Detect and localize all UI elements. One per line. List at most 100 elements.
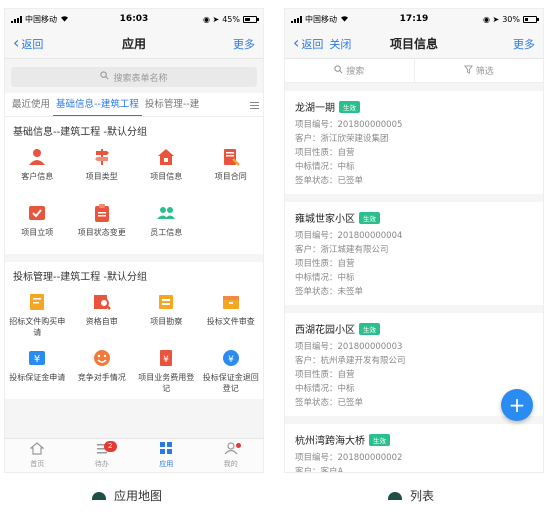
- category-tabs: 最近使用 基础信息--建筑工程 投标管理--建: [5, 93, 263, 117]
- tab-label: 我的: [223, 460, 238, 468]
- refund-icon: ¥: [220, 347, 242, 369]
- app-project-contract[interactable]: 项目合同: [199, 142, 264, 198]
- filter-button[interactable]: 筛选: [413, 59, 544, 82]
- section-title: 投标管理--建筑工程 -默认分组: [13, 272, 148, 283]
- field-row: 项目编号：201800000002: [295, 453, 403, 463]
- tab-basic-info[interactable]: 基础信息--建筑工程: [53, 93, 142, 116]
- search-input[interactable]: 搜索表单名称: [11, 67, 257, 87]
- list-item[interactable]: 雍城世家小区 生效 项目编号：201800000004 客户：浙江城建有限公司 项…: [285, 202, 543, 305]
- page-title: 应用: [121, 37, 146, 51]
- app-label: 员工信息: [150, 228, 183, 237]
- app-competitor-info[interactable]: 竞争对手情况: [70, 343, 135, 399]
- app-project-info[interactable]: 项目信息: [134, 142, 199, 198]
- smile-icon: [91, 347, 113, 369]
- app-business-expense[interactable]: ¥ 项目业务费用登记: [134, 343, 199, 399]
- close-button[interactable]: 关闭: [329, 36, 351, 52]
- tab-todo[interactable]: 2 待办: [70, 439, 135, 472]
- app-project-type[interactable]: 项目类型: [70, 142, 135, 198]
- list-item[interactable]: 杭州湾跨海大桥 生效 项目编号：201800000002 客户：客户A: [285, 424, 543, 473]
- app-label: 竞争对手情况: [77, 373, 126, 382]
- tab-bid-management[interactable]: 投标管理--建: [142, 93, 202, 116]
- status-bar: 中国移动 17:19 ◉ ➤ 30%: [285, 9, 543, 29]
- tab-label: 待办: [94, 460, 109, 468]
- app-tender-purchase[interactable]: 招标文件购买申请: [5, 287, 70, 343]
- app-label: 客户信息: [21, 172, 54, 181]
- back-button[interactable]: ‹ 返回: [13, 32, 44, 52]
- app-label: 投标保证金退回登记: [202, 373, 259, 393]
- svg-text:¥: ¥: [34, 354, 40, 365]
- battery-percent: 30%: [502, 14, 520, 24]
- field-row: 签单状态：已签单: [295, 398, 364, 408]
- filter-label: 筛选: [475, 67, 494, 77]
- tab-mine[interactable]: 我的: [199, 439, 264, 472]
- nav-bar: ‹ 返回 关闭 项目信息 更多: [285, 29, 543, 59]
- search-filter-bar: 搜索 筛选: [285, 59, 543, 83]
- back-label: 返回: [21, 37, 44, 51]
- hamburger-menu-icon[interactable]: [245, 93, 263, 116]
- funnel-icon: [463, 64, 473, 77]
- person-icon: [26, 146, 48, 168]
- app-project-approval[interactable]: 项目立项: [5, 198, 70, 254]
- app-project-status-change[interactable]: 项目状态变更: [70, 198, 135, 254]
- field-row: 项目性质：自营: [295, 259, 355, 269]
- app-label: 投标保证金申请: [9, 373, 66, 382]
- tab-home[interactable]: 首页: [5, 439, 70, 472]
- app-employee-info[interactable]: 员工信息: [134, 198, 199, 254]
- app-bid-document-review[interactable]: 投标文件审查: [199, 287, 264, 343]
- app-label: 项目信息: [150, 172, 183, 181]
- field-row: 中标情况：中标: [295, 384, 355, 394]
- project-name: 龙湖一期: [295, 103, 335, 114]
- caption-bullet-icon: [388, 491, 402, 500]
- add-button[interactable]: +: [501, 389, 533, 421]
- todo-badge: 2: [103, 441, 117, 452]
- tab-label: 应用: [159, 460, 174, 468]
- svg-text:¥: ¥: [163, 355, 169, 365]
- field-row: 中标情况：中标: [295, 162, 355, 172]
- status-badge: 生效: [359, 322, 380, 335]
- chevron-left-icon: ‹: [13, 32, 20, 52]
- app-project-survey[interactable]: 项目勘察: [134, 287, 199, 343]
- section-bid-management: 投标管理--建筑工程 -默认分组 招标文件购买申请 资格自审 项目勘察 投标文件…: [5, 262, 263, 399]
- divider: [5, 254, 263, 262]
- app-label: 项目勘察: [150, 317, 183, 326]
- survey-icon: [155, 291, 177, 313]
- field-row: 客户：浙江欣荣建设集团: [295, 134, 389, 144]
- list-item[interactable]: 龙湖一期 生效 项目编号：201800000005 客户：浙江欣荣建设集团 项目性…: [285, 91, 543, 194]
- app-label: 资格自审: [85, 317, 118, 326]
- back-button[interactable]: ‹ 返回: [293, 34, 323, 52]
- section-basic-info: 基础信息--建筑工程 -默认分组 客户信息 项目类型 项目信息 项目合同 项目立…: [5, 117, 263, 254]
- caption-list: 列表: [388, 487, 434, 504]
- field-row: 项目性质：自营: [295, 148, 355, 158]
- magnifier-icon: [91, 291, 113, 313]
- project-list-screen: 中国移动 17:19 ◉ ➤ 30% ‹ 返回 关闭 项目信息 更多 搜索 筛选…: [284, 8, 544, 473]
- tab-apps[interactable]: 应用: [134, 439, 199, 472]
- field-row: 签单状态：已签单: [295, 176, 364, 186]
- search-label: 搜索: [346, 67, 365, 77]
- caption-text: 应用地图: [114, 489, 163, 503]
- field-row: 客户：杭州承建开发有限公司: [295, 356, 406, 366]
- status-badge: 生效: [359, 211, 380, 224]
- app-label: 项目业务费用登记: [138, 373, 195, 393]
- field-row: 客户：客户A: [295, 467, 344, 473]
- app-customer-info[interactable]: 客户信息: [5, 142, 70, 198]
- field-row: 中标情况：中标: [295, 273, 355, 283]
- app-label: 招标文件购买申请: [9, 317, 66, 337]
- app-bid-deposit-return[interactable]: ¥ 投标保证金退回登记: [199, 343, 264, 399]
- apps-grid-icon: [159, 442, 173, 457]
- home-icon: [29, 442, 45, 457]
- screenshot-stage: 中国移动 16:03 ◉ ➤ 45% ‹ 返回 应用 更多 搜索表单名称 最近使…: [0, 0, 546, 514]
- contract-icon: [220, 146, 242, 168]
- status-badge: 生效: [339, 100, 360, 113]
- caption-bullet-icon: [92, 491, 106, 500]
- app-qualification-review[interactable]: 资格自审: [70, 287, 135, 343]
- more-button[interactable]: 更多: [233, 36, 255, 52]
- more-button[interactable]: 更多: [513, 36, 535, 52]
- field-row: 项目编号：201800000004: [295, 231, 403, 241]
- location-icon: ◉ ➤: [202, 14, 220, 24]
- expense-icon: ¥: [155, 347, 177, 369]
- app-label: 项目合同: [214, 172, 247, 181]
- tab-recent[interactable]: 最近使用: [9, 93, 53, 116]
- search-button[interactable]: 搜索: [285, 59, 414, 82]
- caption-app-map: 应用地图: [92, 487, 162, 504]
- app-bid-deposit-apply[interactable]: ¥ 投标保证金申请: [5, 343, 70, 399]
